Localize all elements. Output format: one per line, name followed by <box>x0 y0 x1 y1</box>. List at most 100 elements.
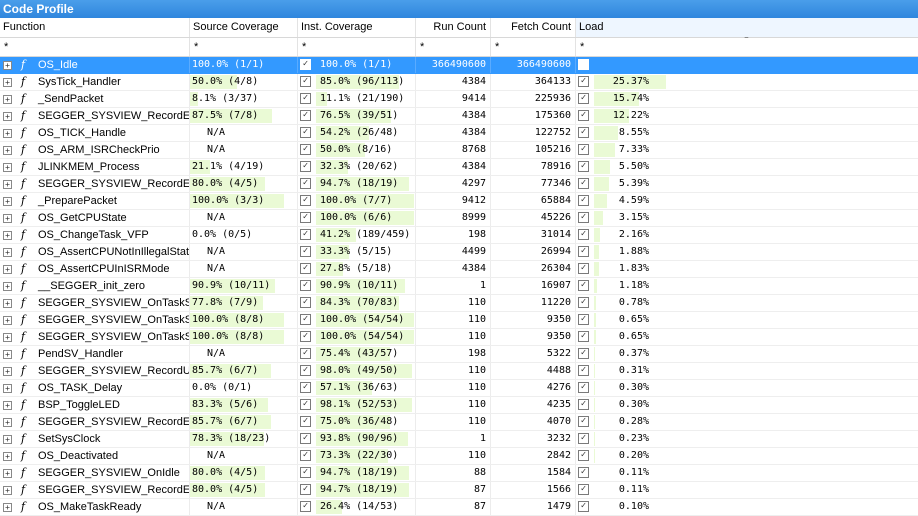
table-row[interactable]: + f SEGGER_SYSVIEW_RecordEndCall85.7% (6/7… <box>0 414 918 431</box>
expand-icon[interactable]: + <box>3 248 12 257</box>
load-checkbox[interactable]: ✓ <box>578 450 589 461</box>
load-checkbox[interactable]: ✓ <box>578 229 589 240</box>
column-header-run-count[interactable]: Run Count <box>416 18 491 37</box>
table-row[interactable]: + f BSP_ToggleLED 83.3% (5/6) ✓ 98.1% (52/53)… <box>0 397 918 414</box>
table-row[interactable]: + f SEGGER_SYSVIEW_RecordExitISR80.0% (4/5… <box>0 176 918 193</box>
table-row[interactable]: + f PendSV_Handler N/A ✓ 75.4% (43/57) 198 5322… <box>0 346 918 363</box>
load-checkbox[interactable]: ✓ <box>578 484 589 495</box>
expand-icon[interactable]: + <box>3 316 12 325</box>
expand-icon[interactable]: + <box>3 367 12 376</box>
inst-coverage-checkbox[interactable]: ✓ <box>300 399 311 410</box>
inst-coverage-checkbox[interactable]: ✓ <box>300 280 311 291</box>
inst-coverage-checkbox[interactable]: ✓ <box>300 144 311 155</box>
filter-fetch-count-input[interactable]: * <box>491 38 576 56</box>
load-checkbox[interactable]: ✓ <box>578 212 589 223</box>
table-row[interactable]: + f OS_Idle 100.0% (1/1) ✓ 100.0% (1/1) 366490… <box>0 57 918 74</box>
inst-coverage-checkbox[interactable]: ✓ <box>300 501 311 512</box>
inst-coverage-checkbox[interactable]: ✓ <box>300 178 311 189</box>
expand-icon[interactable]: + <box>3 401 12 410</box>
inst-coverage-checkbox[interactable]: ✓ <box>300 110 311 121</box>
expand-icon[interactable]: + <box>3 469 12 478</box>
table-row[interactable]: + f OS_AssertCPUInISRMode N/A ✓ 27.8% (5/18) 4… <box>0 261 918 278</box>
column-header-function[interactable]: Function <box>0 18 190 37</box>
expand-icon[interactable]: + <box>3 452 12 461</box>
expand-icon[interactable]: + <box>3 112 12 121</box>
inst-coverage-checkbox[interactable]: ✓ <box>300 382 311 393</box>
load-checkbox[interactable]: ✓ <box>578 382 589 393</box>
filter-function-input[interactable]: * <box>0 38 190 56</box>
filter-run-count-input[interactable]: * <box>416 38 491 56</box>
load-checkbox[interactable]: ✓ <box>578 178 589 189</box>
table-row[interactable]: + f OS_TICK_Handle N/A ✓ 54.2% (26/48) 4384 122… <box>0 125 918 142</box>
load-checkbox[interactable]: ✓ <box>578 161 589 172</box>
expand-icon[interactable]: + <box>3 180 12 189</box>
inst-coverage-checkbox[interactable]: ✓ <box>300 76 311 87</box>
table-row[interactable]: + f SEGGER_SYSVIEW_OnIdle 80.0% (4/5) ✓ 94.7%… <box>0 465 918 482</box>
table-row[interactable]: + f OS_ARM_ISRCheckPrio N/A ✓ 50.0% (8/16) 876… <box>0 142 918 159</box>
column-header-inst-coverage[interactable]: Inst. Coverage <box>298 18 416 37</box>
expand-icon[interactable]: + <box>3 350 12 359</box>
inst-coverage-checkbox[interactable]: ✓ <box>300 297 311 308</box>
expand-icon[interactable]: + <box>3 333 12 342</box>
expand-icon[interactable]: + <box>3 61 12 70</box>
table-row[interactable]: + f SetSysClock 78.3% (18/23) ✓ 93.8% (90/96)… <box>0 431 918 448</box>
inst-coverage-checkbox[interactable]: ✓ <box>300 365 311 376</box>
table-row[interactable]: + f SEGGER_SYSVIEW_RecordEnterISR87.5% (7/… <box>0 108 918 125</box>
inst-coverage-checkbox[interactable]: ✓ <box>300 246 311 257</box>
inst-coverage-checkbox[interactable]: ✓ <box>300 348 311 359</box>
load-checkbox[interactable]: ✓ <box>578 501 589 512</box>
table-row[interactable]: + f _SendPacket 8.1% (3/37) ✓ 11.1% (21/190) 9… <box>0 91 918 108</box>
expand-icon[interactable]: + <box>3 146 12 155</box>
load-checkbox[interactable]: ✓ <box>578 246 589 257</box>
inst-coverage-checkbox[interactable]: ✓ <box>300 93 311 104</box>
expand-icon[interactable]: + <box>3 231 12 240</box>
load-checkbox[interactable]: ✓ <box>578 127 589 138</box>
table-row[interactable]: + f OS_TASK_Delay 0.0% (0/1) ✓ 57.1% (36/63) 1… <box>0 380 918 397</box>
load-checkbox[interactable]: ✓ <box>578 348 589 359</box>
expand-icon[interactable]: + <box>3 384 12 393</box>
load-checkbox[interactable]: ✓ <box>578 416 589 427</box>
table-row[interactable]: + f OS_MakeTaskReady N/A ✓ 26.4% (14/53) 87 147… <box>0 499 918 516</box>
table-row[interactable]: + f OS_ChangeTask_VFP 0.0% (0/5) ✓ 41.2% (189… <box>0 227 918 244</box>
table-row[interactable]: + f SysTick_Handler 50.0% (4/8) ✓ 85.0% (96/1… <box>0 74 918 91</box>
inst-coverage-checkbox[interactable]: ✓ <box>300 314 311 325</box>
table-row[interactable]: + f OS_AssertCPUNotInIllegalState N/A ✓ 33.3%… <box>0 244 918 261</box>
column-header-load[interactable]: Load <box>576 18 918 37</box>
table-row[interactable]: + f OS_Deactivated N/A ✓ 73.3% (22/30) 110 2842… <box>0 448 918 465</box>
inst-coverage-checkbox[interactable]: ✓ <box>300 59 311 70</box>
inst-coverage-checkbox[interactable]: ✓ <box>300 433 311 444</box>
filter-load-input[interactable]: * <box>576 38 918 56</box>
column-header-source-coverage[interactable]: Source Coverage <box>190 18 298 37</box>
load-checkbox[interactable] <box>578 59 589 70</box>
table-row[interactable]: + f JLINKMEM_Process 21.1% (4/19) ✓ 32.3% (20… <box>0 159 918 176</box>
expand-icon[interactable]: + <box>3 265 12 274</box>
load-checkbox[interactable]: ✓ <box>578 144 589 155</box>
load-checkbox[interactable]: ✓ <box>578 433 589 444</box>
expand-icon[interactable]: + <box>3 129 12 138</box>
table-row[interactable]: + f OS_GetCPUState N/A ✓ 100.0% (6/6) 8999 4522… <box>0 210 918 227</box>
load-checkbox[interactable]: ✓ <box>578 263 589 274</box>
inst-coverage-checkbox[interactable]: ✓ <box>300 212 311 223</box>
expand-icon[interactable]: + <box>3 299 12 308</box>
inst-coverage-checkbox[interactable]: ✓ <box>300 416 311 427</box>
expand-icon[interactable]: + <box>3 197 12 206</box>
expand-icon[interactable]: + <box>3 282 12 291</box>
table-row[interactable]: + f _PreparePacket 100.0% (3/3) ✓ 100.0% (7/7… <box>0 193 918 210</box>
table-row[interactable]: + f SEGGER_SYSVIEW_OnTaskStopReady77.8% (7… <box>0 295 918 312</box>
table-row[interactable]: +fSEGGER_SYSVIEW_OnTaskStartExec100.0% (… <box>0 312 918 329</box>
inst-coverage-checkbox[interactable]: ✓ <box>300 263 311 274</box>
load-checkbox[interactable]: ✓ <box>578 110 589 121</box>
load-checkbox[interactable]: ✓ <box>578 331 589 342</box>
inst-coverage-checkbox[interactable]: ✓ <box>300 484 311 495</box>
inst-coverage-checkbox[interactable]: ✓ <box>300 161 311 172</box>
expand-icon[interactable]: + <box>3 214 12 223</box>
load-checkbox[interactable]: ✓ <box>578 314 589 325</box>
column-header-fetch-count[interactable]: Fetch Count <box>491 18 576 37</box>
table-row[interactable]: + f __SEGGER_init_zero 90.9% (10/11) ✓ 90.9% … <box>0 278 918 295</box>
expand-icon[interactable]: + <box>3 418 12 427</box>
inst-coverage-checkbox[interactable]: ✓ <box>300 467 311 478</box>
load-checkbox[interactable]: ✓ <box>578 93 589 104</box>
load-checkbox[interactable]: ✓ <box>578 399 589 410</box>
load-checkbox[interactable]: ✓ <box>578 297 589 308</box>
expand-icon[interactable]: + <box>3 486 12 495</box>
